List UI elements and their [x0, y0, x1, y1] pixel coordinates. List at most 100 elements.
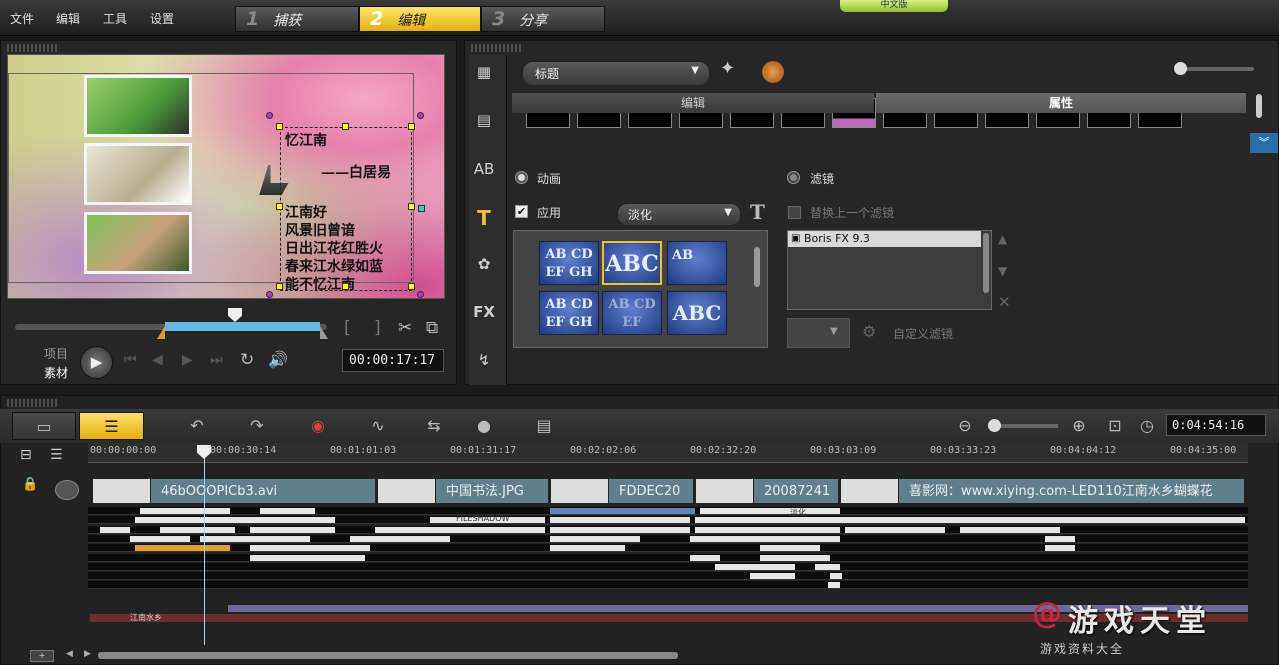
overlay-clip[interactable]	[700, 508, 840, 514]
resize-handle[interactable]	[266, 112, 273, 119]
overlay-clip[interactable]	[550, 526, 690, 533]
effect-select[interactable]: 淡化 ▼	[617, 203, 741, 226]
timeline-clip[interactable]: FDDEC20	[550, 478, 694, 504]
timeline-clip[interactable]: 20087241	[695, 478, 839, 504]
panel-grip[interactable]	[7, 399, 57, 407]
title-library-icon[interactable]: AB	[470, 155, 498, 183]
move-up-icon[interactable]: ▲	[998, 232, 1007, 246]
track-list-icon[interactable]: ☰	[50, 447, 63, 463]
timeline-timecode[interactable]: 0:04:54:16	[1166, 414, 1266, 436]
resize-handle[interactable]	[408, 123, 415, 130]
menu-edit[interactable]: 编辑	[56, 10, 80, 27]
preview-timecode[interactable]: 00:00:17:17	[342, 349, 444, 372]
overlay-track[interactable]	[88, 562, 1248, 571]
overlay-clip[interactable]	[250, 526, 335, 533]
play-button[interactable]: ▶	[80, 346, 113, 379]
audio-mixer-icon[interactable]: ∿	[364, 412, 392, 440]
overlay-clip[interactable]	[845, 526, 945, 533]
timeline-clip[interactable]: 46bOOOPICb3.avi	[92, 478, 376, 504]
replace-filter-checkbox[interactable]	[788, 206, 801, 219]
overlay-clip[interactable]	[550, 517, 690, 524]
overlay-clip[interactable]	[828, 582, 840, 589]
video-track-icon[interactable]	[55, 480, 79, 500]
remove-filter-icon[interactable]: ✕	[998, 293, 1011, 311]
zoom-out-icon[interactable]: ⊖	[952, 412, 978, 440]
overlay-track[interactable]	[88, 544, 1248, 553]
overlay-clip[interactable]	[250, 545, 370, 552]
custom-animation-icon[interactable]: T	[750, 200, 765, 224]
mark-in-button[interactable]: [	[344, 318, 351, 338]
preview-screen[interactable]: 忆江南 ——白居易 江南好 风景旧曾谙 日出江花红胜火 春来江水绿如蓝 能不忆江…	[7, 54, 445, 299]
filter-radio[interactable]	[787, 171, 800, 184]
menu-file[interactable]: 文件	[10, 10, 34, 27]
timeline-view-icon[interactable]: ☰	[79, 412, 144, 440]
subtitle-editor-icon[interactable]: ▤	[530, 412, 558, 440]
panel-grip[interactable]	[7, 44, 57, 52]
animation-preset[interactable]: AB	[667, 241, 727, 285]
transition-icon[interactable]: ▤	[470, 106, 498, 134]
filter-fx-icon[interactable]: FX	[470, 298, 498, 326]
mode-project-label[interactable]: 项目	[44, 345, 68, 362]
overlay-clip[interactable]	[250, 554, 365, 561]
zoom-slider-knob[interactable]	[988, 419, 1001, 432]
mark-out-button[interactable]: ]	[374, 318, 381, 338]
overlay-clip[interactable]	[350, 535, 450, 542]
overlay-clip[interactable]	[750, 573, 795, 580]
repeat-icon[interactable]: ↻	[240, 350, 254, 370]
thumbnail-scrollbar[interactable]	[1256, 94, 1262, 118]
overlay-clip[interactable]	[830, 573, 842, 580]
overlay-track[interactable]	[88, 516, 1248, 525]
animation-preset[interactable]: AB CD EF GH	[539, 291, 599, 335]
overlay-clip[interactable]	[160, 526, 235, 533]
overlay-clip[interactable]	[760, 545, 820, 552]
overlay-clip[interactable]	[1045, 545, 1075, 552]
tab-capture[interactable]: 1 捕获	[235, 6, 359, 32]
auto-music-icon[interactable]: ⇆	[420, 412, 448, 440]
overlay-clip[interactable]	[140, 508, 230, 514]
resize-handle[interactable]	[276, 283, 283, 290]
custom-filter-icon[interactable]: ⚙	[862, 322, 876, 341]
library-category-select[interactable]: 标题 ▼	[522, 61, 710, 86]
scroll-right-icon[interactable]: ▶	[84, 649, 91, 659]
resize-handle[interactable]	[276, 123, 283, 130]
overlay-track[interactable]	[88, 507, 1248, 515]
go-to-start-icon[interactable]: ⏮	[124, 352, 137, 368]
overlay-clip[interactable]	[375, 526, 545, 533]
overlay-clip[interactable]	[130, 535, 190, 542]
tab-attributes[interactable]: 属性	[876, 93, 1246, 113]
filter-list-item[interactable]: Boris FX 9.3	[788, 231, 981, 247]
animation-preset[interactable]: AB CD EF GH	[539, 241, 599, 285]
overlay-clip[interactable]	[550, 545, 625, 552]
resize-handle[interactable]	[417, 291, 424, 298]
move-down-icon[interactable]: ▼	[998, 264, 1007, 278]
overlay-clip[interactable]	[760, 554, 830, 561]
overlay-clip[interactable]	[135, 545, 230, 552]
timeline-clip[interactable]: 中国书法.JPG	[377, 478, 549, 504]
animation-radio[interactable]	[515, 171, 528, 184]
resize-handle[interactable]	[342, 283, 349, 290]
lock-icon[interactable]: 🔒	[22, 477, 38, 492]
menu-settings[interactable]: 设置	[150, 10, 174, 27]
track-view-icon[interactable]: ⊟	[20, 447, 32, 463]
custom-filter-label[interactable]: 自定义滤镜	[893, 325, 953, 342]
tab-edit[interactable]: 2 编辑	[359, 6, 481, 32]
resize-handle[interactable]	[408, 203, 415, 210]
fit-project-icon[interactable]: ⊡	[1102, 412, 1128, 440]
overlay-track[interactable]	[88, 525, 1248, 534]
title-text-icon[interactable]: T	[470, 204, 498, 232]
zoom-in-icon[interactable]: ⊕	[1066, 412, 1092, 440]
overlay-clip[interactable]	[550, 535, 640, 542]
overlay-clip[interactable]	[245, 517, 335, 524]
volume-icon[interactable]: 🔊	[268, 350, 288, 369]
redo-icon[interactable]: ↷	[244, 412, 270, 440]
mode-clip-label[interactable]: 素材	[44, 364, 68, 381]
filter-list-scrollbar[interactable]	[983, 233, 989, 293]
undo-icon[interactable]: ↶	[184, 412, 210, 440]
thumbnail-size-knob[interactable]	[1174, 62, 1187, 75]
timeline-horizontal-scrollbar[interactable]	[98, 652, 678, 659]
go-to-end-icon[interactable]: ⏭	[210, 352, 223, 368]
resize-handle[interactable]	[417, 112, 424, 119]
video-library-icon[interactable]: ▦	[470, 58, 498, 86]
panel-grip[interactable]	[471, 44, 521, 52]
overlay-clip[interactable]	[200, 535, 310, 542]
